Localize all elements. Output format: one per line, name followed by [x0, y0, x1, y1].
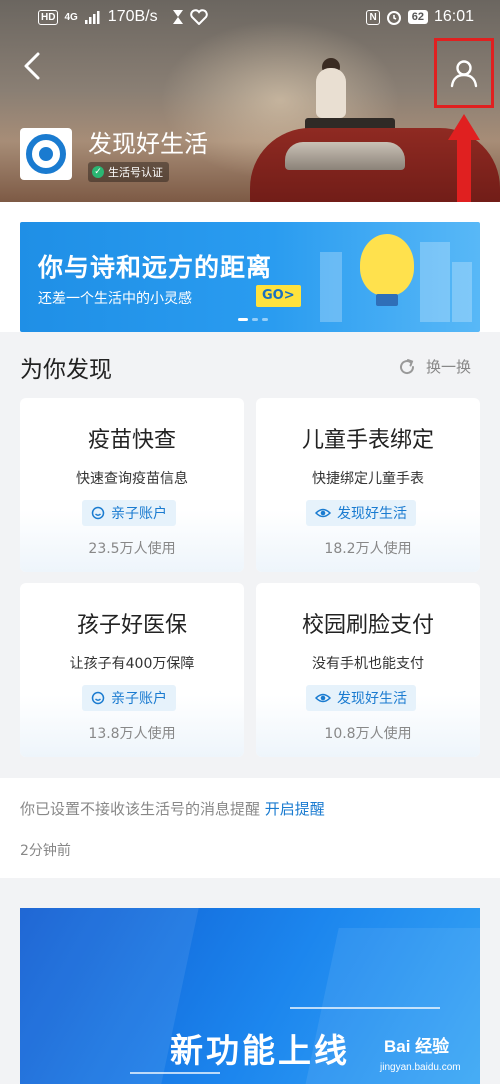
verify-label: 生活号认证 [108, 166, 163, 179]
smile-icon [91, 691, 105, 705]
enable-reminder-link[interactable]: 开启提醒 [265, 800, 325, 818]
feature-title: 新功能上线 [170, 1031, 350, 1070]
card-title: 儿童手表绑定 [301, 428, 434, 453]
card-tag: 发现好生活 [306, 685, 416, 711]
refresh-label: 换一换 [426, 358, 472, 376]
notice-timestamp: 2分钟前 [20, 843, 71, 859]
card-description: 没有手机也能支付 [312, 656, 424, 672]
clock: 16:01 [433, 8, 474, 25]
app-logo [20, 128, 72, 180]
lightbulb-base [376, 294, 398, 306]
pagination-dot [252, 318, 258, 321]
banner-building [420, 242, 450, 322]
card-title: 校园刷脸支付 [301, 613, 434, 638]
card-tag-label: 发现好生活 [337, 506, 407, 522]
profile-button[interactable] [434, 38, 494, 108]
header-photo-person [316, 68, 346, 118]
service-card[interactable]: 孩子好医保 让孩子有400万保障 亲子账户 13.8万人使用 [20, 583, 244, 757]
check-icon: ✓ [92, 166, 104, 178]
lightbulb-icon [360, 234, 414, 296]
pagination-dot-active [238, 318, 248, 321]
banner-subtitle: 还差一个生活中的小灵感 [38, 291, 192, 307]
smile-icon [91, 506, 105, 520]
status-bar-left: HD 4G 170B/s [38, 8, 208, 26]
pagination-dot [262, 318, 268, 321]
eye-logo-icon [26, 134, 66, 174]
card-description: 快速查询疫苗信息 [76, 471, 188, 487]
eye-icon [315, 508, 331, 518]
eye-icon [315, 693, 331, 703]
watermark-url: jingyan.baidu.com [380, 1062, 461, 1073]
service-card[interactable]: 儿童手表绑定 快捷绑定儿童手表 发现好生活 18.2万人使用 [256, 398, 480, 572]
card-description: 快捷绑定儿童手表 [312, 471, 424, 487]
chevron-left-icon [24, 52, 40, 80]
card-tag: 亲子账户 [82, 500, 176, 526]
banner-building [320, 252, 342, 322]
banner-pagination [238, 318, 268, 321]
health-heart-icon [189, 9, 208, 25]
promo-banner[interactable]: 你与诗和远方的距离 还差一个生活中的小灵感 GO> [20, 222, 480, 332]
status-bar-right: N 62 16:01 [366, 8, 474, 26]
card-description: 让孩子有400万保障 [69, 656, 195, 672]
card-tag-label: 亲子账户 [111, 691, 167, 707]
verify-badge: ✓ 生活号认证 [88, 162, 169, 182]
card-users: 18.2万人使用 [324, 541, 412, 557]
banner-title: 你与诗和远方的距离 [38, 253, 273, 282]
notice-message: 你已设置不接收该生活号的消息提醒 [20, 800, 261, 818]
card-title: 疫苗快查 [87, 428, 176, 453]
banner-go-button[interactable]: GO> [256, 285, 301, 307]
section-title: 为你发现 [20, 357, 112, 383]
card-tag: 亲子账户 [82, 685, 176, 711]
feature-card-line [290, 1007, 440, 1009]
annotation-arrow-up [448, 114, 480, 204]
app-name: 发现好生活 [88, 130, 208, 158]
card-users: 23.5万人使用 [88, 541, 176, 557]
user-icon [450, 60, 478, 88]
card-users: 13.8万人使用 [88, 726, 176, 742]
feature-card[interactable]: 新功能上线 [20, 908, 480, 1084]
card-title: 孩子好医保 [76, 613, 187, 638]
status-bar: HD 4G 170B/s N 62 16:01 [0, 0, 500, 36]
header-photo-car-window [285, 142, 405, 170]
signal-icon [84, 11, 100, 24]
hourglass-icon [172, 10, 183, 24]
card-tag-label: 发现好生活 [337, 691, 407, 707]
feature-card-line [130, 1072, 220, 1074]
message-notice [0, 778, 500, 878]
refresh-icon [400, 358, 415, 374]
nfc-icon: N [366, 9, 380, 25]
alarm-icon [386, 11, 401, 25]
card-tag: 发现好生活 [306, 500, 416, 526]
service-card[interactable]: 校园刷脸支付 没有手机也能支付 发现好生活 10.8万人使用 [256, 583, 480, 757]
battery-icon: 62 [407, 10, 428, 24]
service-card[interactable]: 疫苗快查 快速查询疫苗信息 亲子账户 23.5万人使用 [20, 398, 244, 572]
network-speed: 170B/s [107, 8, 158, 25]
back-button[interactable] [16, 48, 48, 84]
hd-indicator: HD [38, 9, 59, 25]
banner-building [452, 262, 472, 322]
card-users: 10.8万人使用 [324, 726, 412, 742]
refresh-button[interactable]: 换一换 [398, 356, 471, 377]
network-type: 4G [64, 11, 78, 23]
notice-text: 你已设置不接收该生活号的消息提醒 开启提醒 [20, 798, 325, 819]
watermark-logo: Bai 经验 [384, 1037, 450, 1056]
card-tag-label: 亲子账户 [111, 506, 167, 522]
